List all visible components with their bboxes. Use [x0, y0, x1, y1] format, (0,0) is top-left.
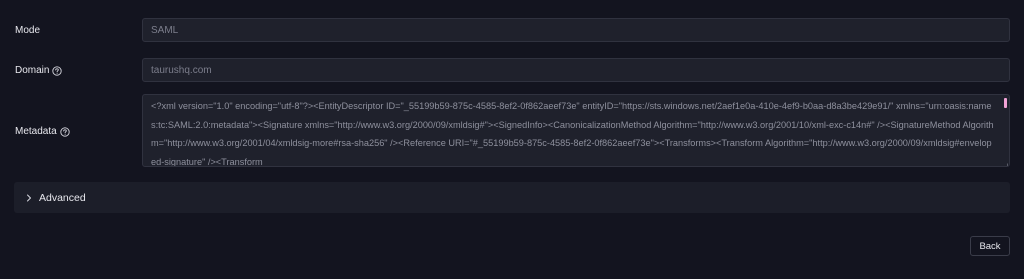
advanced-label: Advanced	[39, 191, 86, 204]
domain-input[interactable]	[142, 58, 1010, 82]
help-circle-icon[interactable]	[60, 126, 70, 137]
advanced-section-toggle[interactable]: Advanced	[14, 182, 1010, 213]
chevron-right-icon	[25, 194, 33, 202]
back-button[interactable]: Back	[970, 236, 1010, 256]
mode-label: Mode	[15, 25, 40, 36]
metadata-text: <?xml version="1.0" encoding="utf-8"?><E…	[151, 101, 994, 167]
metadata-textarea[interactable]: <?xml version="1.0" encoding="utf-8"?><E…	[142, 94, 1010, 167]
domain-label-text: Domain	[15, 65, 50, 76]
metadata-label-text: Metadata	[15, 126, 57, 137]
mode-input[interactable]	[142, 18, 1010, 42]
help-circle-icon[interactable]	[52, 65, 63, 76]
metadata-label: Metadata	[15, 126, 70, 137]
domain-label: Domain	[15, 65, 63, 76]
textarea-scrollbar[interactable]	[1004, 98, 1007, 108]
resize-handle-icon[interactable]	[1001, 158, 1008, 166]
mode-label-text: Mode	[15, 25, 41, 36]
sso-settings-form: Mode Domain Metadata	[0, 0, 1024, 279]
